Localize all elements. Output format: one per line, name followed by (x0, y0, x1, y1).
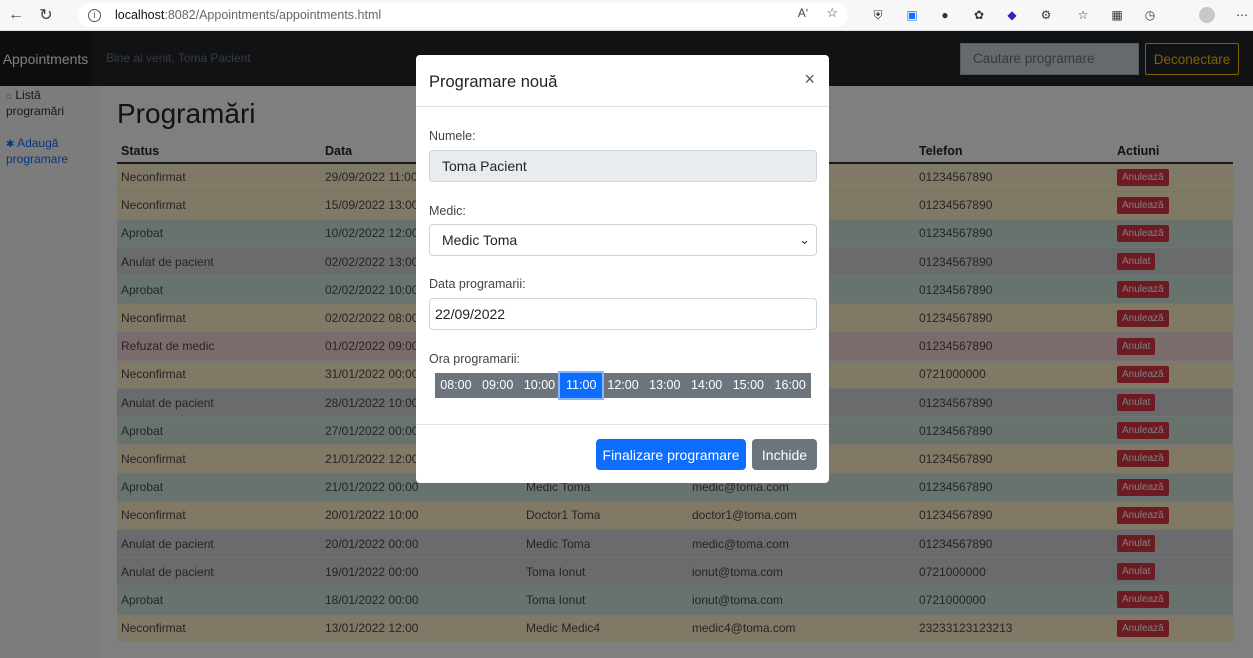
time-slot-button[interactable]: 11:00 (558, 371, 605, 400)
extension-icon[interactable]: ● (935, 5, 955, 25)
time-slot-button[interactable]: 16:00 (769, 373, 811, 398)
collections-icon[interactable]: ▦ (1107, 5, 1127, 25)
refresh-icon[interactable]: ↻ (32, 1, 60, 29)
date-field[interactable]: 22/09/2022 (429, 298, 817, 330)
time-slot-button[interactable]: 15:00 (727, 373, 769, 398)
name-field: Toma Pacient (429, 150, 817, 182)
site-info-icon[interactable]: i (88, 8, 101, 22)
favorite-star-icon[interactable]: ☆ (826, 5, 838, 21)
modal-footer: Finalizare programare Inchide (416, 424, 829, 483)
modal-header: Programare nouă × (416, 55, 829, 107)
history-icon[interactable]: ◷ (1140, 5, 1160, 25)
medic-label: Medic: (429, 204, 466, 218)
url-host: localhost (115, 8, 165, 22)
back-arrow-icon[interactable]: ← (2, 1, 30, 29)
screen-extension-icon[interactable]: ▣ (902, 5, 922, 25)
time-slot-button[interactable]: 09:00 (477, 373, 519, 398)
address-bar[interactable]: i localhost:8082/Appointments/appointmen… (78, 3, 848, 27)
puzzle-extension-icon[interactable]: ⚙ (1036, 5, 1056, 25)
chevron-down-icon: ⌄ (799, 232, 810, 247)
new-appointment-modal: Programare nouă × Numele: Toma Pacient M… (416, 55, 829, 483)
favorites-icon[interactable]: ☆ (1073, 5, 1093, 25)
browser-toolbar: ← ↻ i localhost:8082/Appointments/appoin… (0, 0, 1253, 31)
time-slot-button[interactable]: 12:00 (602, 373, 644, 398)
time-slot-group: 08:00 09:00 10:00 11:00 12:00 13:00 14:00 15:00… (435, 371, 811, 400)
modal-title: Programare nouă (429, 73, 558, 91)
medic-select[interactable]: Medic Toma ⌄ (429, 224, 817, 256)
shield-extension-icon[interactable]: ⛨ (868, 5, 888, 25)
diamond-extension-icon[interactable]: ◆ (1002, 5, 1022, 25)
url-path: :8082/Appointments/appointments.html (164, 8, 382, 22)
submit-appointment-button[interactable]: Finalizare programare (596, 439, 746, 470)
time-slot-button[interactable]: 08:00 (435, 373, 477, 398)
medic-select-value: Medic Toma (442, 232, 518, 248)
close-icon[interactable]: × (804, 69, 815, 90)
profile-avatar-icon[interactable] (1197, 5, 1217, 25)
close-modal-button[interactable]: Inchide (752, 439, 817, 470)
time-slot-button[interactable]: 14:00 (686, 373, 728, 398)
more-menu-icon[interactable]: ⋯ (1232, 5, 1252, 25)
time-slot-button[interactable]: 13:00 (644, 373, 686, 398)
extension-icon[interactable]: ✿ (969, 5, 989, 25)
time-slot-button[interactable]: 10:00 (519, 373, 561, 398)
name-label: Numele: (429, 129, 476, 143)
time-label: Ora programarii: (429, 352, 520, 366)
read-aloud-icon[interactable]: Aʹ (798, 6, 808, 20)
date-label: Data programarii: (429, 277, 526, 291)
